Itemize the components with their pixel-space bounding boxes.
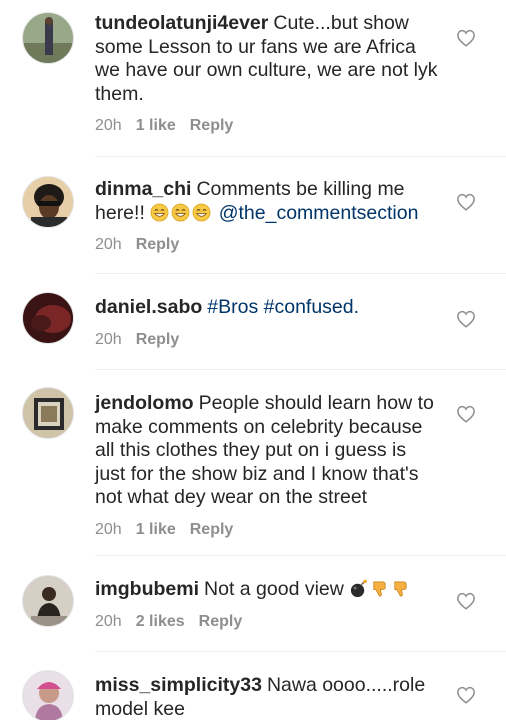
comment-meta: 20h 1 like Reply <box>95 116 440 136</box>
reply-button[interactable]: Reply <box>190 117 234 134</box>
comment-time: 20h <box>95 117 122 134</box>
comment-username[interactable]: jendolomo <box>95 392 194 414</box>
avatar[interactable] <box>22 176 74 228</box>
comment-body: Not a good view <box>204 578 344 600</box>
divider <box>95 369 506 370</box>
comment-text: dinma_chi Comments be killing me here!! @… <box>95 178 440 225</box>
comment-likes[interactable]: 2 likes <box>136 613 185 630</box>
reply-button[interactable]: Reply <box>136 331 180 348</box>
comment-text: miss_simplicity33 Nawa oooo.....role mode… <box>95 674 440 720</box>
hashtag-links[interactable]: #Bros #confused. <box>207 296 359 318</box>
comment-username[interactable]: dinma_chi <box>95 178 191 200</box>
avatar[interactable] <box>22 575 74 627</box>
comment-meta: 20h 2 likes Reply <box>95 612 440 632</box>
comment-text: daniel.sabo #Bros #confused. <box>95 296 440 320</box>
comment-likes[interactable]: 1 like <box>136 521 176 538</box>
comment-meta: 20h Reply <box>95 235 440 255</box>
avatar[interactable] <box>22 670 74 720</box>
comment-username[interactable]: tundeolatunji4ever <box>95 12 268 34</box>
comment-username[interactable]: daniel.sabo <box>95 296 202 318</box>
divider <box>95 273 506 274</box>
comment-text: jendolomo People should learn how to make… <box>95 392 440 510</box>
heart-outline-icon[interactable] <box>456 405 476 423</box>
heart-outline-icon[interactable] <box>456 310 476 328</box>
divider <box>95 555 506 556</box>
thumbs-down-icon <box>373 581 386 597</box>
avatar[interactable] <box>22 12 74 64</box>
comment-time: 20h <box>95 612 122 630</box>
heart-outline-icon[interactable] <box>456 29 476 47</box>
reply-button[interactable]: Reply <box>190 521 234 538</box>
comment-time: 20h <box>95 236 122 253</box>
heart-outline-icon[interactable] <box>456 686 476 704</box>
comment-text: tundeolatunji4ever Cute...but show some L… <box>95 12 440 106</box>
comment-username[interactable]: miss_simplicity33 <box>95 674 262 696</box>
reply-button[interactable]: Reply <box>199 613 243 630</box>
bomb-icon <box>351 579 368 598</box>
comment-meta: 20h Reply <box>95 330 440 350</box>
reply-button[interactable]: Reply <box>136 236 180 253</box>
divider <box>95 156 506 157</box>
mention-link[interactable]: @the_commentsection <box>219 202 419 224</box>
comment-text: imgbubemi Not a good view <box>95 578 440 602</box>
avatar[interactable] <box>22 387 74 439</box>
grinning-sweat-face-icon <box>150 203 169 221</box>
comment-time: 20h <box>95 330 122 348</box>
heart-outline-icon[interactable] <box>456 592 476 610</box>
avatar[interactable] <box>22 292 74 344</box>
comment-likes[interactable]: 1 like <box>136 117 176 134</box>
comment-username[interactable]: imgbubemi <box>95 578 199 600</box>
heart-outline-icon[interactable] <box>456 193 476 211</box>
comment-meta: 20h 1 like Reply <box>95 520 440 540</box>
divider <box>95 651 506 652</box>
comment-time: 20h <box>95 520 122 538</box>
grinning-sweat-face-icon <box>192 203 211 221</box>
grinning-sweat-face-icon <box>171 203 190 221</box>
thumbs-down-icon <box>394 581 407 597</box>
